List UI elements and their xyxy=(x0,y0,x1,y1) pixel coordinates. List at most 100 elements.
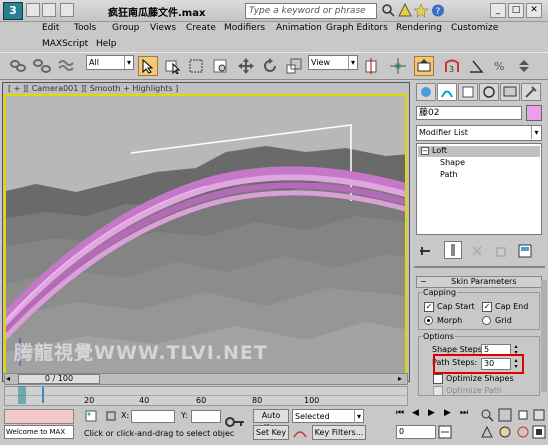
menu-group[interactable]: Group xyxy=(112,23,139,33)
bind-spacewarp-icon[interactable] xyxy=(56,56,76,76)
go-to-start-icon[interactable]: ⏮ xyxy=(396,408,410,421)
window-crossing-icon[interactable] xyxy=(210,56,230,76)
unlink-icon[interactable] xyxy=(32,56,52,76)
default-in-out-tangent-icon[interactable] xyxy=(292,425,308,440)
time-config-icon[interactable] xyxy=(438,425,452,439)
previous-frame-icon[interactable]: ◀ xyxy=(412,408,426,421)
remove-modifier-icon[interactable] xyxy=(494,244,508,258)
auto-key-button[interactable]: Auto Key xyxy=(253,409,289,432)
grid-radio[interactable] xyxy=(482,316,491,325)
absolute-mode-icon[interactable] xyxy=(104,409,118,423)
scale-icon[interactable] xyxy=(284,56,304,76)
key-icon[interactable] xyxy=(224,409,246,439)
current-frame-input[interactable]: 0 xyxy=(396,425,436,439)
undo-icon[interactable] xyxy=(60,3,74,17)
create-tab-icon[interactable] xyxy=(416,83,436,101)
minimize-button[interactable]: _ xyxy=(490,3,506,18)
cap-end-checkbox[interactable]: ✓ xyxy=(482,302,492,312)
stack-item-loft[interactable]: − Loft xyxy=(418,146,540,157)
selection-lock-icon[interactable] xyxy=(84,409,98,423)
menu-edit[interactable]: Edit xyxy=(42,23,59,33)
go-to-end-icon[interactable]: ⏭ xyxy=(460,408,474,421)
object-name-field[interactable]: 藤02 xyxy=(416,106,522,120)
zoom-extents-icon[interactable] xyxy=(516,408,530,422)
close-button[interactable]: ✕ xyxy=(526,3,542,18)
prev-frame-icon[interactable]: ◂ xyxy=(6,374,16,384)
panel-scrollbar[interactable] xyxy=(541,280,547,392)
viewport-label[interactable]: [ + ][ Camera001 ][ Smooth + Highlights … xyxy=(8,84,178,93)
pan-icon[interactable] xyxy=(498,425,512,439)
open-icon[interactable] xyxy=(26,3,40,17)
set-key-button[interactable]: Set Key xyxy=(253,425,289,440)
key-filters-button[interactable]: Key Filters... xyxy=(312,425,366,440)
camera-viewport[interactable] xyxy=(4,94,407,379)
mini-curve-icon[interactable] xyxy=(18,386,26,404)
save-icon[interactable] xyxy=(42,3,56,17)
configure-modifier-sets-icon[interactable] xyxy=(518,244,532,258)
zoom-all-icon[interactable] xyxy=(498,408,512,422)
menu-maxscript[interactable]: MAXScript xyxy=(42,39,88,49)
modifier-list-select[interactable]: Modifier List ▾ xyxy=(416,125,542,141)
menu-graph-editors[interactable]: Graph Editors xyxy=(326,23,388,33)
menu-rendering[interactable]: Rendering xyxy=(396,23,442,33)
motion-tab-icon[interactable] xyxy=(479,83,499,101)
menu-animation[interactable]: Animation xyxy=(276,23,322,33)
show-end-result-icon[interactable] xyxy=(444,241,462,259)
angle-snap-icon[interactable] xyxy=(466,56,486,76)
menu-help[interactable]: Help xyxy=(96,39,117,49)
link-icon[interactable] xyxy=(8,56,28,76)
object-color-swatch[interactable] xyxy=(526,105,542,121)
move-icon[interactable] xyxy=(236,56,256,76)
play-icon[interactable]: ▶ xyxy=(428,408,442,421)
rotate-icon[interactable] xyxy=(260,56,280,76)
maxscript-listener-top[interactable] xyxy=(4,409,74,424)
infocenter-icon[interactable] xyxy=(398,2,412,18)
pin-stack-icon[interactable] xyxy=(418,244,432,258)
time-slider-thumb[interactable]: 0 / 100 xyxy=(18,374,100,384)
select-object-icon[interactable] xyxy=(138,56,158,76)
help-icon[interactable]: ? xyxy=(431,3,445,18)
menu-customize[interactable]: Customize xyxy=(451,23,498,33)
app-logo-icon[interactable]: 3 xyxy=(3,2,23,20)
morph-radio[interactable] xyxy=(424,316,433,325)
reference-coordinate-select[interactable]: View ▾ xyxy=(308,55,358,70)
percent-snap-icon[interactable]: % xyxy=(490,56,510,76)
menu-tools[interactable]: Tools xyxy=(74,23,96,33)
selection-filter-select[interactable]: All ▾ xyxy=(86,55,134,70)
stack-item-shape[interactable]: Shape xyxy=(440,158,465,167)
region-select-icon[interactable] xyxy=(186,56,206,76)
zoom-extents-all-icon[interactable] xyxy=(532,408,546,422)
search-icon[interactable] xyxy=(381,3,395,18)
pivot-icon[interactable] xyxy=(362,56,382,76)
next-frame-button-icon[interactable]: ▶ xyxy=(444,408,458,421)
search-input[interactable]: Type a keyword or phrase xyxy=(245,3,377,19)
zoom-icon[interactable] xyxy=(480,408,494,422)
selected-set-select[interactable]: Selected ▾ xyxy=(292,409,364,423)
select-by-name-icon[interactable] xyxy=(162,56,182,76)
menu-views[interactable]: Views xyxy=(150,23,176,33)
display-tab-icon[interactable] xyxy=(500,83,520,101)
menu-create[interactable]: Create xyxy=(186,23,216,33)
next-frame-icon[interactable]: ▸ xyxy=(398,374,408,384)
hierarchy-tab-icon[interactable] xyxy=(458,83,478,101)
snap-3d-icon[interactable]: 3 xyxy=(442,56,462,76)
cap-start-checkbox[interactable]: ✓ xyxy=(424,302,434,312)
menu-modifiers[interactable]: Modifiers xyxy=(224,23,265,33)
skin-parameters-rollout[interactable]: − Skin Parameters xyxy=(416,276,542,288)
maximize-viewport-icon[interactable] xyxy=(532,425,546,439)
keyboard-shortcut-icon[interactable] xyxy=(414,56,434,76)
modify-tab-icon[interactable] xyxy=(437,83,457,101)
optimize-shapes-checkbox[interactable] xyxy=(433,374,443,384)
x-coordinate-input[interactable] xyxy=(131,410,175,423)
field-of-view-icon[interactable] xyxy=(480,425,494,439)
maxscript-listener[interactable]: Welcome to MAX xyxy=(4,425,74,439)
utilities-tab-icon[interactable] xyxy=(521,83,541,101)
spinner-snap-icon[interactable] xyxy=(514,56,534,76)
maximize-button[interactable]: □ xyxy=(508,3,524,18)
stack-item-path[interactable]: Path xyxy=(440,170,458,179)
make-unique-icon[interactable] xyxy=(470,244,484,258)
y-coordinate-input[interactable] xyxy=(191,410,221,423)
favorites-icon[interactable] xyxy=(413,3,429,18)
orbit-icon[interactable] xyxy=(516,425,530,439)
select-manipulate-icon[interactable] xyxy=(388,56,408,76)
